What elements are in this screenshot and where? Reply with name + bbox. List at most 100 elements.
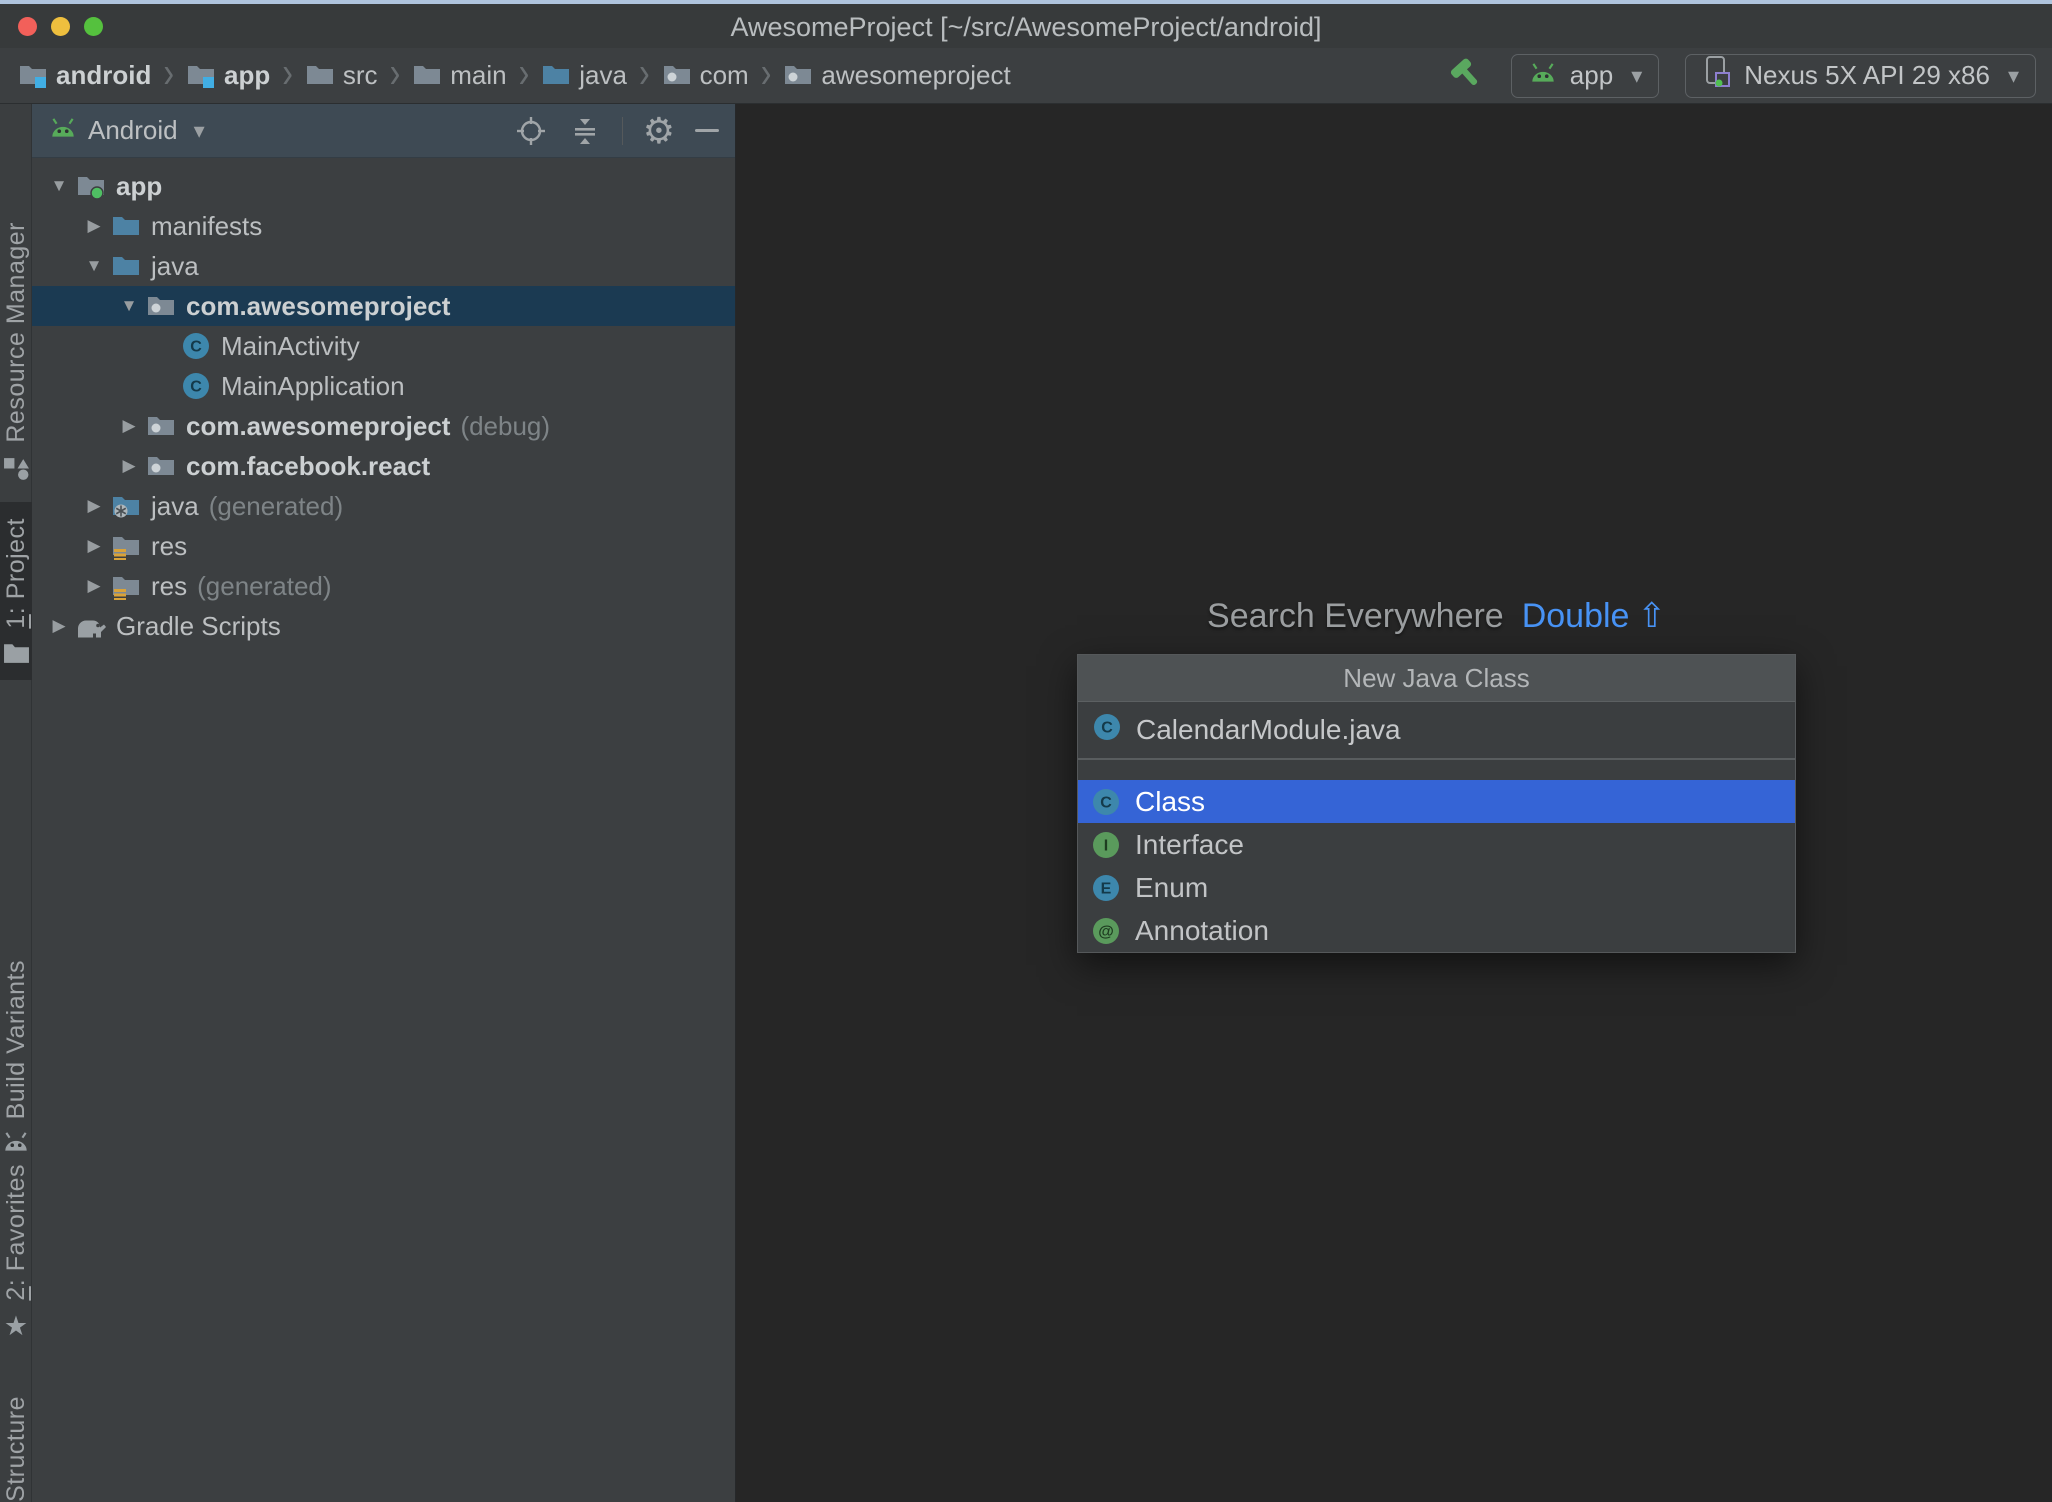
close-button[interactable] xyxy=(18,17,37,36)
breadcrumb-separator-icon: › xyxy=(760,47,772,97)
tool-window-button-build-variants[interactable]: Build Variants xyxy=(0,960,32,1153)
project-tool-window: Android ▾ ⚙ ▼ app ▶ manifests ▼ java ▼ com.awes… xyxy=(32,104,736,1502)
tree-item-mainactivity[interactable]: C MainActivity xyxy=(32,326,735,366)
package-icon xyxy=(144,293,178,320)
tool-window-button-7-structure[interactable]: 7: Structure xyxy=(0,1396,32,1502)
tool-window-button-label: 1: Project xyxy=(1,518,30,629)
collapsed-arrow-icon[interactable]: ▶ xyxy=(44,616,74,636)
tree-item-com-awesomeproject[interactable]: ▼ com.awesomeproject xyxy=(32,286,735,326)
chevron-down-icon: ▾ xyxy=(2007,62,2019,88)
module-folder-icon xyxy=(18,62,48,89)
device-phone-icon xyxy=(1702,54,1732,97)
enum-icon: E xyxy=(1091,873,1121,903)
divider xyxy=(621,116,623,145)
tool-window-button-label: 2: Favorites xyxy=(1,1164,30,1301)
tool-window-button-resource-manager[interactable]: Resource Manager xyxy=(0,222,32,482)
class-icon: C xyxy=(1092,712,1122,749)
collapse-all-icon[interactable] xyxy=(568,114,602,148)
popup-option-label: Class xyxy=(1135,785,1206,817)
device-selector-dropdown[interactable]: Nexus 5X API 29 x86 ▾ xyxy=(1685,53,2036,98)
gradle-icon xyxy=(74,613,108,640)
breadcrumb-item-src[interactable]: src xyxy=(305,60,378,91)
collapsed-arrow-icon[interactable]: ▶ xyxy=(79,576,109,596)
breadcrumb: android › app › src › main › java › com › awesomepro… xyxy=(0,48,1011,96)
project-view-dropdown[interactable]: Android ▾ xyxy=(48,115,205,146)
tree-item-label: Gradle Scripts xyxy=(116,610,281,641)
build-variants-icon xyxy=(1,1131,31,1153)
tool-window-button-label: Build Variants xyxy=(1,960,30,1120)
locate-icon[interactable] xyxy=(514,114,548,148)
tree-item-manifests[interactable]: ▶ manifests xyxy=(32,206,735,246)
tree-item-mainapplication[interactable]: C MainApplication xyxy=(32,366,735,406)
breadcrumb-item-awesomeproject[interactable]: awesomeproject xyxy=(783,60,1011,91)
breadcrumb-item-com[interactable]: com xyxy=(662,60,749,91)
kind-options-list: C Class I Interface E Enum @ Annotation xyxy=(1078,780,1795,952)
expanded-arrow-icon[interactable]: ▼ xyxy=(114,296,144,316)
tree-item-label: java xyxy=(151,490,199,521)
breadcrumb-separator-icon: › xyxy=(518,47,530,97)
chevron-down-icon: ▾ xyxy=(193,117,205,143)
hide-icon[interactable] xyxy=(695,129,719,132)
tree-item-java-generated[interactable]: ▶ java (generated) xyxy=(32,486,735,526)
breadcrumb-label: java xyxy=(579,60,627,90)
svg-text:I: I xyxy=(1104,837,1108,854)
folder-icon xyxy=(305,62,335,89)
svg-text:C: C xyxy=(190,379,202,396)
search-everywhere-hint: Search Everywhere Double ⇧ xyxy=(1077,596,1796,636)
new-java-class-popup: New Java Class C CalendarModule.java C Cl… xyxy=(1077,654,1796,953)
hint-shortcut-label: Double xyxy=(1521,596,1630,635)
breadcrumb-label: src xyxy=(342,60,378,90)
tool-window-button-2-favorites[interactable]: 2: Favorites ★ xyxy=(0,1164,32,1340)
android-head-icon xyxy=(1528,60,1558,91)
tree-item-com-awesomeproject-debug[interactable]: ▶ com.awesomeproject (debug) xyxy=(32,406,735,446)
device-selector-label: Nexus 5X API 29 x86 xyxy=(1744,60,1990,90)
popup-option-class[interactable]: C Class xyxy=(1078,780,1795,823)
tree-item-label: com.awesomeproject xyxy=(186,290,451,321)
popup-option-enum[interactable]: E Enum xyxy=(1078,866,1795,909)
project-panel-header: Android ▾ ⚙ xyxy=(32,104,735,158)
collapsed-arrow-icon[interactable]: ▶ xyxy=(114,416,144,436)
minimize-button[interactable] xyxy=(51,17,70,36)
collapsed-arrow-icon[interactable]: ▶ xyxy=(79,496,109,516)
tree-item-com-facebook-react[interactable]: ▶ com.facebook.react xyxy=(32,446,735,486)
tree-item-gradle-scripts[interactable]: ▶ Gradle Scripts xyxy=(32,606,735,646)
android-head-icon xyxy=(48,115,78,146)
tree-item-label: res xyxy=(151,570,188,601)
tree-item-res[interactable]: ▶ res xyxy=(32,526,735,566)
breadcrumb-item-java[interactable]: java xyxy=(541,60,627,91)
collapsed-arrow-icon[interactable]: ▶ xyxy=(114,456,144,476)
tree-item-res-generated[interactable]: ▶ res (generated) xyxy=(32,566,735,606)
svg-text:C: C xyxy=(1101,719,1113,736)
tree-item-label: app xyxy=(116,170,163,201)
run-configuration-dropdown[interactable]: app ▾ xyxy=(1510,53,1660,98)
expanded-arrow-icon[interactable]: ▼ xyxy=(79,256,109,276)
breadcrumb-item-app[interactable]: app xyxy=(186,60,270,91)
collapsed-arrow-icon[interactable]: ▶ xyxy=(79,536,109,556)
popup-option-annotation[interactable]: @ Annotation xyxy=(1078,909,1795,952)
res-folder-icon xyxy=(109,573,143,600)
expanded-arrow-icon[interactable]: ▼ xyxy=(44,176,74,196)
hint-text: Search Everywhere xyxy=(1207,596,1504,635)
tree-item-java[interactable]: ▼ java xyxy=(32,246,735,286)
popup-option-interface[interactable]: I Interface xyxy=(1078,823,1795,866)
breadcrumb-item-android[interactable]: android xyxy=(18,60,151,91)
android-studio-window: AwesomeProject [~/src/AwesomeProject/and… xyxy=(0,0,2052,1502)
collapsed-arrow-icon[interactable]: ▶ xyxy=(79,216,109,236)
app-module-folder-icon xyxy=(74,173,108,200)
breadcrumb-separator-icon: › xyxy=(282,47,293,97)
window-controls xyxy=(18,17,103,36)
title-bar: AwesomeProject [~/src/AwesomeProject/and… xyxy=(0,4,2052,48)
run-configuration-label: app xyxy=(1569,60,1614,90)
build-hammer-icon[interactable] xyxy=(1447,54,1485,97)
breadcrumb-item-main[interactable]: main xyxy=(412,60,507,91)
class-name-input[interactable]: C CalendarModule.java xyxy=(1078,702,1795,758)
zoom-button[interactable] xyxy=(84,17,103,36)
class-icon: C xyxy=(179,331,213,361)
tree-item-suffix: (debug) xyxy=(460,410,551,441)
settings-gear-icon[interactable]: ⚙ xyxy=(643,112,675,149)
star-icon: ★ xyxy=(3,1310,29,1341)
tool-window-button-1-project[interactable]: 1: Project xyxy=(0,502,32,680)
panel-header-actions: ⚙ xyxy=(514,112,719,149)
tree-item-app[interactable]: ▼ app xyxy=(32,166,735,206)
resource-manager-icon xyxy=(3,455,30,482)
